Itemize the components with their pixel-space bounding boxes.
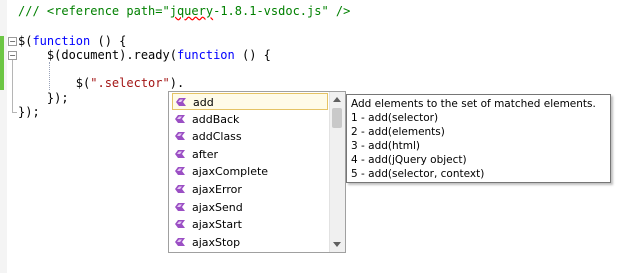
completion-item-label: ajaxError [192, 183, 242, 196]
completion-item-label: addClass [192, 130, 242, 144]
code-line-8: }); [18, 105, 40, 120]
code-token: function [176, 48, 235, 62]
code-line-7: }); [18, 91, 69, 106]
completion-list[interactable]: add addBack addClass after ajaxComplete ajaxE… [168, 91, 346, 253]
code-token: $( [18, 34, 33, 48]
scroll-down-icon[interactable] [333, 242, 341, 247]
method-icon [175, 185, 185, 193]
completion-item[interactable]: addClass [172, 128, 328, 145]
completion-item[interactable]: after [172, 146, 328, 163]
code-line-3: $(function () { [18, 34, 126, 49]
code-line-4: $(document).ready(function () { [18, 48, 271, 63]
completion-item-label: after [192, 147, 219, 161]
fold-toggle-outer[interactable]: − [8, 37, 17, 46]
completion-item-label: ajaxComplete [192, 165, 269, 179]
method-icon [176, 98, 186, 106]
scroll-up-icon[interactable] [333, 97, 341, 102]
fold-guide [12, 60, 13, 112]
code-token: () { [234, 48, 271, 62]
completion-item[interactable]: add [172, 93, 328, 110]
completion-item-label: add [193, 96, 214, 109]
method-icon [175, 220, 185, 229]
completion-item-label: ajaxStop [192, 235, 241, 249]
quick-info-tooltip: Add elements to the set of matched eleme… [346, 94, 611, 183]
method-icon [175, 114, 185, 123]
code-token: function [32, 34, 91, 48]
method-icon [175, 167, 185, 176]
completion-item[interactable]: addBack [172, 111, 328, 128]
code-token: <reference path=" [46, 4, 170, 18]
completion-items[interactable]: add addBack addClass after ajaxComplete ajaxE… [169, 92, 328, 252]
fold-toggle-inner[interactable]: − [8, 51, 17, 60]
method-icon [175, 202, 185, 211]
tooltip-overload-1: 1 - add(selector) [351, 112, 439, 124]
code-token: }); [18, 91, 69, 105]
completion-item[interactable]: ajaxStart [172, 216, 328, 233]
code-token: $( [18, 76, 91, 90]
tooltip-overload-4: 4 - add(jQuery object) [351, 154, 467, 166]
tooltip-overload-5: 5 - add(selector, context) [351, 168, 485, 180]
completion-item-label: ajaxStart [192, 218, 242, 232]
completion-item[interactable]: ajaxError [172, 181, 328, 198]
code-token: /// [18, 4, 47, 18]
scroll-thumb[interactable] [332, 108, 342, 128]
code-token: ".selector" [90, 76, 170, 90]
code-token: jquery [169, 4, 214, 18]
completion-scrollbar[interactable] [329, 92, 345, 252]
code-token: -1.8.1-vsdoc.js" /> [213, 4, 351, 18]
method-icon [175, 132, 185, 141]
code-token: () { [90, 34, 127, 48]
completion-item[interactable]: ajaxStop [172, 234, 328, 251]
change-indicator [0, 36, 4, 90]
code-token: }); [18, 105, 40, 119]
fold-guide-end [12, 112, 17, 113]
tooltip-overload-3: 3 - add(html) [351, 140, 421, 152]
code-token: ). [169, 76, 185, 90]
completion-item-label: addBack [192, 112, 240, 126]
tooltip-description: Add elements to the set of matched eleme… [351, 98, 596, 110]
code-line-6: $(".selector"). [18, 76, 184, 91]
tooltip-overload-2: 2 - add(elements) [351, 126, 445, 138]
method-icon [175, 149, 185, 158]
completion-item[interactable]: ajaxComplete [172, 163, 328, 180]
code-token: $(document).ready( [18, 48, 177, 62]
method-icon [175, 237, 185, 246]
completion-item-label: ajaxSend [192, 200, 243, 214]
completion-item[interactable]: ajaxSend [172, 199, 328, 216]
code-line-1: /// <reference path="jquery-1.8.1-vsdoc.… [18, 4, 350, 19]
